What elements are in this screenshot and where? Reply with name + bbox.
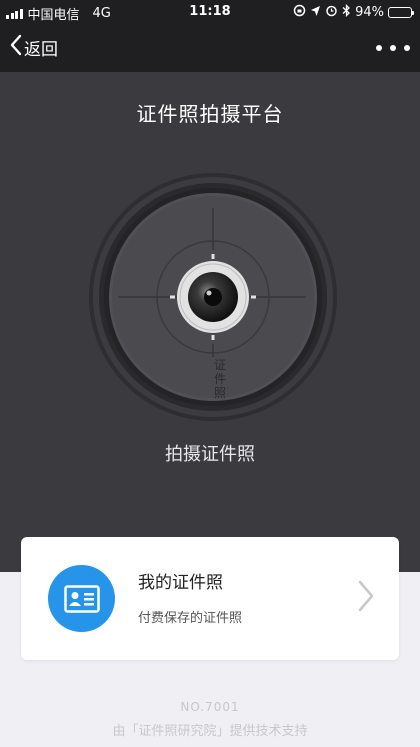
card-subtitle: 付费保存的证件照 bbox=[138, 611, 243, 626]
rotation-lock-icon bbox=[293, 4, 306, 21]
chevron-right-icon bbox=[357, 579, 375, 617]
back-button[interactable]: 返回 bbox=[10, 34, 58, 61]
battery-percent: 94% bbox=[355, 5, 384, 20]
bluetooth-icon bbox=[342, 3, 351, 21]
chevron-left-icon bbox=[10, 34, 22, 61]
camera-dial-button[interactable]: 证件照 bbox=[88, 172, 338, 422]
id-card-icon bbox=[48, 565, 115, 632]
status-right: 94% bbox=[293, 3, 414, 21]
my-id-photo-card[interactable]: 我的证件照 付费保存的证件照 bbox=[21, 537, 399, 660]
page-title: 证件照拍摄平台 bbox=[136, 102, 284, 126]
dial-text: 证件照 bbox=[213, 358, 226, 400]
back-label: 返回 bbox=[24, 40, 58, 60]
location-icon bbox=[310, 5, 321, 21]
status-bar: 中国电信 4G 11:18 94% bbox=[0, 0, 420, 24]
footer-number: NO.7001 bbox=[180, 700, 240, 714]
capture-label[interactable]: 拍摄证件照 bbox=[0, 440, 420, 466]
more-dots-icon[interactable] bbox=[376, 36, 410, 60]
battery-icon bbox=[388, 7, 414, 18]
alarm-icon bbox=[325, 4, 338, 21]
footer-credit: 由「证件照研究院」提供技术支持 bbox=[112, 724, 308, 739]
card-title: 我的证件照 bbox=[138, 573, 223, 593]
nav-bar: 返回 bbox=[0, 24, 420, 72]
